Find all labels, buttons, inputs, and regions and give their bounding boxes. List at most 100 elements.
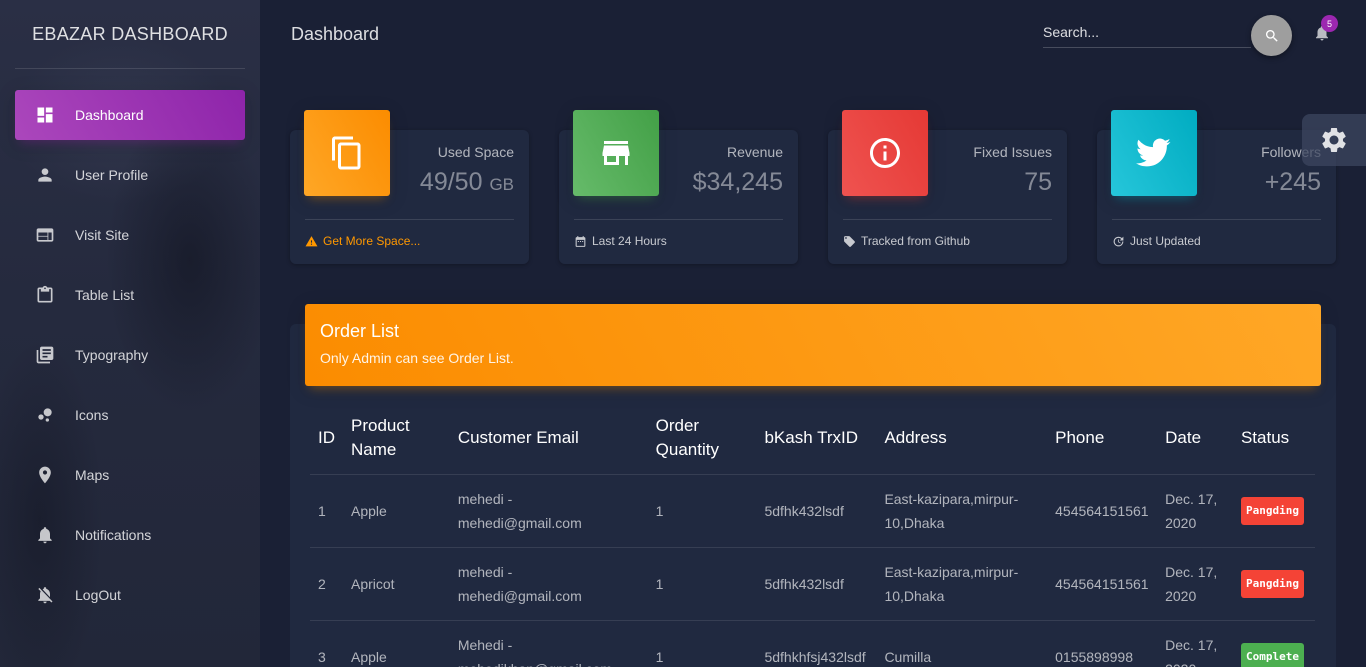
bubble-chart-icon xyxy=(35,405,55,425)
stat-value: $34,245 xyxy=(692,168,783,196)
stat-card-followers: Followers +245 Just Updated xyxy=(1097,110,1336,264)
stat-category: Fixed Issues xyxy=(973,144,1052,160)
tag-icon xyxy=(844,235,855,247)
stat-category: Revenue xyxy=(726,144,783,160)
cell-date: Dec. 17, 2020 xyxy=(1157,620,1233,667)
sidebar-item-icons[interactable]: Icons xyxy=(15,390,245,440)
cell-phone: 0155898998 xyxy=(1047,620,1158,667)
column-header: Customer Email xyxy=(449,402,648,475)
cell-id: 3 xyxy=(310,620,343,667)
cell-id: 2 xyxy=(310,547,343,621)
status-badge: Pangding xyxy=(1240,496,1304,525)
update-icon xyxy=(1113,236,1124,246)
order-list-title: Order List xyxy=(320,321,400,341)
sidebar-item-label: LogOut xyxy=(75,587,121,603)
stat-footer[interactable]: Get More Space... xyxy=(305,219,514,248)
cell-trxid: 5dfhkhfsj432lsdf xyxy=(756,620,877,667)
info-outline-icon xyxy=(842,110,928,196)
cell-date: Dec. 17, 2020 xyxy=(1157,474,1233,548)
cell-product: Apple xyxy=(343,474,450,548)
status-badge: Complete xyxy=(1240,642,1304,667)
sidebar-item-typography[interactable]: Typography xyxy=(15,330,245,380)
cell-trxid: 5dfhk432lsdf xyxy=(756,474,877,548)
location-pin-icon xyxy=(35,465,55,485)
stat-value: 75 xyxy=(1024,168,1052,196)
column-header: Date xyxy=(1157,402,1233,475)
notifications-off-icon xyxy=(35,585,55,605)
cell-id: 1 xyxy=(310,474,343,548)
store-icon xyxy=(573,110,659,196)
search-icon xyxy=(1265,29,1278,42)
cell-date: Dec. 17, 2020 xyxy=(1157,547,1233,621)
stat-footer: Tracked from Github xyxy=(843,219,1052,248)
column-header: Address xyxy=(876,402,1048,475)
sidebar-item-logout[interactable]: LogOut xyxy=(15,570,245,620)
calendar-icon xyxy=(575,235,586,247)
search-field xyxy=(1043,18,1251,48)
cell-status: Complete xyxy=(1232,620,1315,667)
stat-category: Used Space xyxy=(437,144,514,160)
cell-phone: 454564151561 xyxy=(1047,547,1158,621)
cell-email: mehedi - mehedi@gmail.com xyxy=(449,547,648,621)
cell-status: Pangding xyxy=(1232,547,1315,621)
column-header: Order Quantity xyxy=(647,402,757,475)
sidebar-item-dashboard[interactable]: Dashboard xyxy=(15,90,245,140)
cell-quantity: 1 xyxy=(647,547,757,621)
table-row: 1 Apple mehedi - mehedi@gmail.com 1 5dfh… xyxy=(310,474,1315,548)
stat-value: +245 xyxy=(1264,168,1321,196)
cell-trxid: 5dfhk432lsdf xyxy=(756,547,877,621)
sidebar-item-user-profile[interactable]: User Profile xyxy=(15,150,245,200)
cell-quantity: 1 xyxy=(647,474,757,548)
stat-card-revenue: Revenue $34,245 Last 24 Hours xyxy=(559,110,798,264)
cell-address: Cumilla xyxy=(876,620,1048,667)
sidebar-item-notifications[interactable]: Notifications xyxy=(15,510,245,560)
stat-card-fixed-issues: Fixed Issues 75 Tracked from Github xyxy=(828,110,1067,264)
sidebar-item-table-list[interactable]: Table List xyxy=(15,270,245,320)
warning-icon xyxy=(305,235,318,246)
dashboard-icon xyxy=(35,105,55,125)
search-button[interactable] xyxy=(1251,15,1292,56)
sidebar: EBAZAR DASHBOARD Dashboard User Profile … xyxy=(0,0,260,667)
brand-logo[interactable]: EBAZAR DASHBOARD xyxy=(15,0,245,69)
stat-footer: Last 24 Hours xyxy=(574,219,783,248)
page-title: Dashboard xyxy=(291,24,380,44)
sidebar-item-label: Icons xyxy=(75,407,109,423)
column-header: Phone xyxy=(1047,402,1158,475)
sidebar-nav: Dashboard User Profile Visit Site Table … xyxy=(0,90,260,620)
order-list-subtitle: Only Admin can see Order List. xyxy=(320,350,514,366)
cell-status: Pangding xyxy=(1232,474,1315,548)
sidebar-item-label: Table List xyxy=(75,287,135,303)
sidebar-item-label: Dashboard xyxy=(75,107,144,123)
column-header: Product Name xyxy=(343,402,450,475)
bell-icon xyxy=(35,525,55,545)
sidebar-item-label: Notifications xyxy=(75,527,152,543)
notification-count-badge: 5 xyxy=(1321,15,1338,32)
twitter-icon xyxy=(1111,110,1197,196)
cell-address: East-kazipara,mirpur-10,Dhaka xyxy=(876,474,1048,548)
cell-product: Apricot xyxy=(343,547,450,621)
sidebar-item-visit-site[interactable]: Visit Site xyxy=(15,210,245,260)
table-header-row: ID Product Name Customer Email Order Qua… xyxy=(310,402,1315,475)
status-badge: Pangding xyxy=(1240,569,1304,598)
sidebar-item-label: User Profile xyxy=(75,167,149,183)
web-icon xyxy=(35,225,55,245)
search-input[interactable] xyxy=(1043,18,1251,46)
order-list-header: Order List Only Admin can see Order List… xyxy=(305,304,1321,386)
sidebar-item-label: Typography xyxy=(75,347,149,363)
table-row: 2 Apricot mehedi - mehedi@gmail.com 1 5d… xyxy=(310,547,1315,621)
library-books-icon xyxy=(35,345,55,365)
column-header: ID xyxy=(310,402,343,475)
person-icon xyxy=(35,165,55,185)
get-more-space-link[interactable]: Get More Space... xyxy=(323,234,420,248)
settings-button[interactable] xyxy=(1302,114,1366,166)
order-table: ID Product Name Customer Email Order Qua… xyxy=(310,402,1315,667)
sidebar-item-maps[interactable]: Maps xyxy=(15,450,245,500)
cell-quantity: 1 xyxy=(647,620,757,667)
clipboard-icon xyxy=(35,285,55,305)
table-row: 3 Apple Mehedi - mehedikhan@gmail.com 1 … xyxy=(310,620,1315,667)
cell-phone: 454564151561 xyxy=(1047,474,1158,548)
cell-email: mehedi - mehedi@gmail.com xyxy=(449,474,648,548)
sidebar-item-label: Visit Site xyxy=(75,227,130,243)
stat-value: 49/50 GB xyxy=(419,168,514,196)
column-header: Status xyxy=(1232,402,1315,475)
